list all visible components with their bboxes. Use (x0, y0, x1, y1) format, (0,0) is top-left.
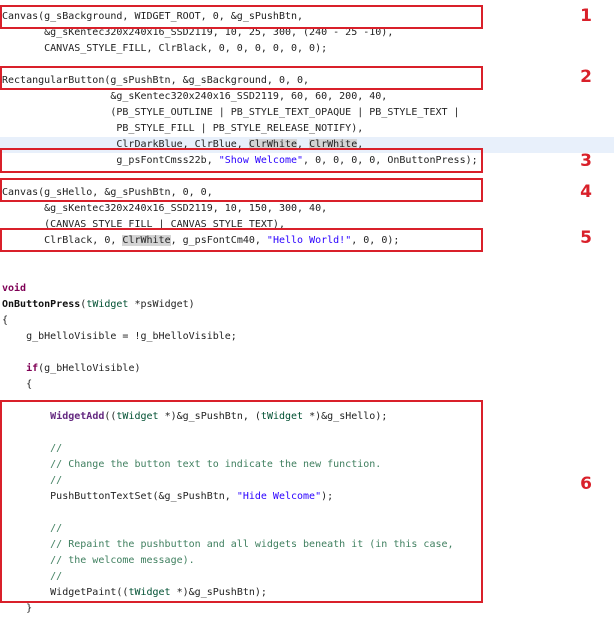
code-token: (g_bHelloVisible) (38, 363, 141, 374)
code-token: PB_STYLE_FILL | PB_STYLE_RELEASE_NOTIFY)… (2, 123, 364, 134)
code-token: { (2, 315, 9, 326)
code-line: PB_STYLE_FILL | PB_STYLE_RELEASE_NOTIFY)… (2, 121, 614, 137)
code-line: void (2, 281, 614, 297)
annotation-number-1: 1 (580, 6, 592, 26)
annotation-box-2 (0, 66, 483, 90)
code-line: &g_sKentec320x240x16_SSD2119, 10, 150, 3… (2, 201, 614, 217)
code-token: *psWidget) (128, 299, 195, 310)
code-token: CANVAS_STYLE_FILL, ClrBlack, 0, 0, 0, 0,… (2, 43, 328, 54)
annotation-number-5: 5 (580, 228, 592, 248)
code-token: { (2, 379, 33, 390)
code-token-fn: OnButtonPress (2, 299, 81, 310)
code-line: OnButtonPress(tWidget *psWidget) (2, 297, 614, 313)
annotation-box-1 (0, 5, 483, 29)
code-line: g_bHelloVisible = !g_bHelloVisible; (2, 329, 614, 345)
annotation-number-4: 4 (580, 182, 592, 202)
code-line: } (2, 601, 614, 617)
annotation-box-4 (0, 178, 483, 202)
code-token: &g_sKentec320x240x16_SSD2119, 10, 150, 3… (2, 203, 328, 214)
code-token: &g_sKentec320x240x16_SSD2119, 60, 60, 20… (2, 91, 388, 102)
annotation-number-6: 6 (580, 474, 592, 494)
code-line: { (2, 377, 614, 393)
code-line: { (2, 313, 614, 329)
annotation-box-3 (0, 148, 483, 173)
code-line: if(g_bHelloVisible) (2, 361, 614, 377)
code-line: CANVAS_STYLE_FILL, ClrBlack, 0, 0, 0, 0,… (2, 41, 614, 57)
code-token: g_bHelloVisible = !g_bHelloVisible; (2, 331, 237, 342)
code-line: (PB_STYLE_OUTLINE | PB_STYLE_TEXT_OPAQUE… (2, 105, 614, 121)
code-token: (PB_STYLE_OUTLINE | PB_STYLE_TEXT_OPAQUE… (2, 107, 460, 118)
annotation-box-6 (0, 400, 483, 603)
annotation-box-5 (0, 228, 483, 252)
annotation-number-2: 2 (580, 67, 592, 87)
annotation-number-3: 3 (580, 151, 592, 171)
code-token-kw: if (26, 363, 39, 374)
code-token: } (2, 603, 33, 614)
code-token-type: tWidget (86, 299, 129, 310)
code-token-kw: void (2, 283, 27, 294)
code-line: &g_sKentec320x240x16_SSD2119, 60, 60, 20… (2, 89, 614, 105)
